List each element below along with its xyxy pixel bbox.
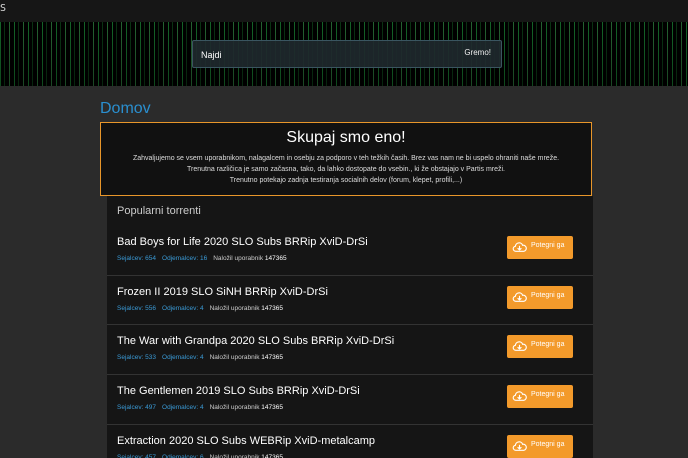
leechers-count: Odjemalcev: 4 bbox=[162, 354, 204, 361]
site-logo[interactable]: S bbox=[0, 3, 6, 14]
uploader-id-link[interactable]: 147365 bbox=[261, 354, 283, 361]
notice-line-1: Zahvaljujemo se vsem uporabnikom, nalaga… bbox=[132, 155, 560, 162]
seeders-count: Sejalcev: 556 bbox=[117, 305, 157, 312]
download-button[interactable]: Potegni ga bbox=[507, 385, 573, 408]
seeders-count: Sejalcev: 654 bbox=[117, 255, 157, 262]
page-title: Domov bbox=[100, 100, 151, 117]
uploader-label: Naložil uporabnik bbox=[213, 255, 264, 262]
cloud-download-icon bbox=[512, 389, 527, 404]
cloud-download-icon bbox=[512, 290, 527, 305]
torrent-meta: Sejalcev: 497 Odjemalcev: 4 Naložil uporab… bbox=[117, 404, 283, 411]
torrent-row: Frozen II 2019 SLO SiNH BRRip XviD-DrSi S… bbox=[107, 275, 593, 325]
download-button[interactable]: Potegni ga bbox=[507, 286, 573, 309]
notice-heading: Skupaj smo eno! bbox=[286, 129, 406, 146]
uploader-id-link[interactable]: 147365 bbox=[265, 255, 287, 262]
torrent-name-link[interactable]: Bad Boys for Life 2020 SLO Subs BRRip Xv… bbox=[117, 236, 368, 248]
uploader-label: Naložil uporabnik bbox=[209, 305, 260, 312]
download-button-label: Potegni ga bbox=[531, 341, 565, 348]
search-bar: Gremo! bbox=[192, 40, 502, 68]
torrent-row: The Gentlemen 2019 SLO Subs BRRip XviD-D… bbox=[107, 374, 593, 424]
torrent-row: The War with Grandpa 2020 SLO Subs BRRip… bbox=[107, 324, 593, 374]
notice-box: Skupaj smo eno! Zahvaljujemo se vsem upo… bbox=[100, 122, 592, 196]
uploader-id-link[interactable]: 147365 bbox=[261, 404, 283, 411]
torrent-meta: Sejalcev: 457 Odjemalcev: 6 Naložil uporab… bbox=[117, 454, 283, 458]
download-button-label: Potegni ga bbox=[531, 242, 565, 249]
cloud-download-icon bbox=[512, 240, 527, 255]
download-button[interactable]: Potegni ga bbox=[507, 236, 573, 259]
torrent-row: Extraction 2020 SLO Subs WEBRip XviD-met… bbox=[107, 424, 593, 458]
download-button-label: Potegni ga bbox=[531, 292, 565, 299]
leechers-count: Odjemalcev: 6 bbox=[162, 454, 204, 458]
notice-line-2: Trenutna različica je samo začasna, tako… bbox=[186, 166, 505, 173]
top-bar: S bbox=[0, 0, 688, 22]
uploader-id-link[interactable]: 147365 bbox=[261, 305, 283, 312]
torrent-name-link[interactable]: Extraction 2020 SLO Subs WEBRip XviD-met… bbox=[117, 435, 375, 447]
leechers-count: Odjemalcev: 16 bbox=[162, 255, 208, 262]
notice-line-3: Trenutno potekajo zadnja testiranja soci… bbox=[229, 177, 463, 184]
leechers-count: Odjemalcev: 4 bbox=[162, 305, 204, 312]
torrent-meta: Sejalcev: 556 Odjemalcev: 4 Naložil uporab… bbox=[117, 305, 283, 312]
leechers-count: Odjemalcev: 4 bbox=[162, 404, 204, 411]
cloud-download-icon bbox=[512, 439, 527, 454]
torrent-meta: Sejalcev: 654 Odjemalcev: 16 Naložil upora… bbox=[117, 255, 287, 262]
uploader-label: Naložil uporabnik bbox=[209, 354, 260, 361]
download-button[interactable]: Potegni ga bbox=[507, 335, 573, 358]
download-button[interactable]: Potegni ga bbox=[507, 435, 573, 458]
download-button-label: Potegni ga bbox=[531, 441, 565, 448]
torrent-name-link[interactable]: Frozen II 2019 SLO SiNH BRRip XviD-DrSi bbox=[117, 286, 328, 298]
torrent-meta: Sejalcev: 533 Odjemalcev: 4 Naložil uporab… bbox=[117, 354, 283, 361]
download-button-label: Potegni ga bbox=[531, 391, 565, 398]
uploader-label: Naložil uporabnik bbox=[209, 404, 260, 411]
seeders-count: Sejalcev: 533 bbox=[117, 354, 157, 361]
torrent-name-link[interactable]: The War with Grandpa 2020 SLO Subs BRRip… bbox=[117, 335, 394, 347]
seeders-count: Sejalcev: 497 bbox=[117, 404, 157, 411]
search-input[interactable] bbox=[201, 46, 441, 63]
seeders-count: Sejalcev: 457 bbox=[117, 454, 157, 458]
uploader-label: Naložil uporabnik bbox=[209, 454, 260, 458]
popular-torrents-title: Popularni torrenti bbox=[117, 205, 201, 217]
cloud-download-icon bbox=[512, 339, 527, 354]
torrent-name-link[interactable]: The Gentlemen 2019 SLO Subs BRRip XviD-D… bbox=[117, 385, 360, 397]
uploader-id-link[interactable]: 147365 bbox=[261, 454, 283, 458]
torrent-row: Bad Boys for Life 2020 SLO Subs BRRip Xv… bbox=[107, 226, 593, 276]
search-submit-button[interactable]: Gremo! bbox=[464, 48, 491, 57]
